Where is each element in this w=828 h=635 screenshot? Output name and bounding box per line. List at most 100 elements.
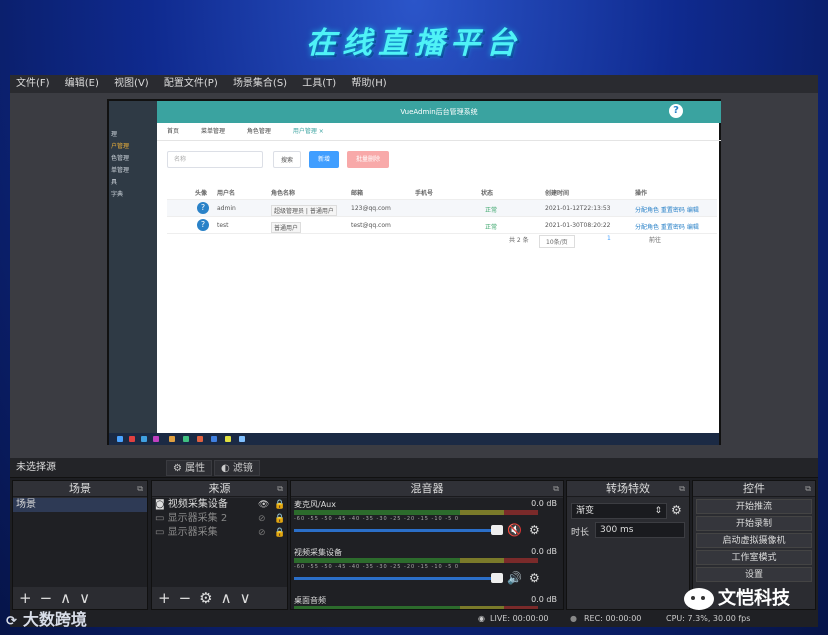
question-avatar-icon: ? <box>197 219 209 231</box>
transitions-title: 转场特效 ⧉ <box>567 481 689 497</box>
windows-taskbar <box>109 433 719 445</box>
eye-hidden-icon[interactable]: ⊘ <box>258 526 266 540</box>
eye-icon[interactable]: 👁 <box>258 498 269 512</box>
web-sidebar-item: 单管理 <box>111 167 130 174</box>
col-avatar: 头像 <box>195 190 208 197</box>
duration-field[interactable]: 300 ms <box>595 522 685 538</box>
watermark-right: 文恺科技 <box>684 586 790 612</box>
mixer-channels: 麦克风/Aux 0.0 dB -60 -55 -50 -45 -40 -35 -… <box>291 498 563 609</box>
start-recording-button[interactable]: 开始录制 <box>696 516 812 531</box>
sources-controls: + − ⚙ ∧ ∨ <box>152 587 287 609</box>
sources-title: 来源 ⧉ <box>152 481 287 497</box>
dock-float-icon[interactable]: ⧉ <box>277 481 283 497</box>
menu-file[interactable]: 文件(F) <box>10 75 56 93</box>
menu-help[interactable]: 帮助(H) <box>345 75 392 93</box>
add-icon[interactable]: + <box>19 589 32 607</box>
pager-total: 共 2 条 <box>509 237 529 244</box>
web-sidebar-item: 色管理 <box>111 155 130 162</box>
channel-name: 麦克风/Aux <box>294 500 336 509</box>
properties-label: 属性 <box>185 463 206 474</box>
menu-profile[interactable]: 配置文件(P) <box>158 75 224 93</box>
settings-button[interactable]: 设置 <box>696 567 812 582</box>
app-icon <box>239 436 245 442</box>
eye-hidden-icon[interactable]: ⊘ <box>258 512 266 526</box>
col-phone: 手机号 <box>415 190 434 197</box>
chevron-up-icon[interactable]: ∧ <box>221 589 232 607</box>
app-icon <box>153 436 159 442</box>
chevron-down-icon[interactable]: ∨ <box>79 589 90 607</box>
mixer-dock: 混音器 ⧉ 麦克风/Aux 0.0 dB -60 -55 -50 -45 -40 … <box>290 480 564 610</box>
gear-icon[interactable]: ⚙ <box>529 571 540 585</box>
cell-created: 2021-01-30T08:20:22 <box>545 222 611 229</box>
menu-scene-collection[interactable]: 场景集合(S) <box>227 75 293 93</box>
web-header: VueAdmin后台管理系统 ? <box>157 101 721 123</box>
add-icon[interactable]: + <box>158 589 171 607</box>
chevron-up-icon[interactable]: ∧ <box>60 589 71 607</box>
studio-mode-button[interactable]: 工作室模式 <box>696 550 812 565</box>
cell-status: 正常 <box>485 207 498 214</box>
dock-float-icon[interactable]: ⧉ <box>553 481 559 497</box>
lock-icon[interactable]: 🔒 <box>274 498 285 512</box>
web-tab-active: 用户管理 × <box>292 128 324 135</box>
web-sidebar-item: 字典 <box>111 191 124 198</box>
app-icon <box>197 436 203 442</box>
menu-tools[interactable]: 工具(T) <box>296 75 342 93</box>
scenes-title-text: 场景 <box>69 482 91 495</box>
status-bar: ◉ LIVE: 00:00:00 ● REC: 00:00:00 CPU: 7.… <box>10 610 818 627</box>
app-icon <box>141 436 147 442</box>
mixer-channel: 视频采集设备 0.0 dB -60 -55 -50 -45 -40 -35 -3… <box>291 546 563 594</box>
volume-slider[interactable] <box>294 529 499 532</box>
gear-icon[interactable]: ⚙ <box>199 589 212 607</box>
live-time: LIVE: 00:00:00 <box>490 614 549 623</box>
sources-list: ◙ 视频采集设备 👁 🔒 ▭ 显示器采集 2 ⊘ 🔒 ▭ 显示器采集 ⊘ 🔒 <box>152 498 287 587</box>
dock-float-icon[interactable]: ⧉ <box>805 481 811 497</box>
captured-screen: 理 户管理 色管理 单管理 具 字典 VueAdmin后台管理系统 ? 首页 菜… <box>107 99 721 445</box>
channel-db: 0.0 dB <box>531 499 557 508</box>
gear-icon[interactable]: ⚙ <box>671 503 682 517</box>
cell-email: 123@qq.com <box>351 205 391 212</box>
channel-name: 桌面音频 <box>294 596 326 605</box>
properties-button[interactable]: ⚙ 属性 <box>166 460 213 476</box>
remove-icon[interactable]: − <box>179 589 192 607</box>
pager-page: 1 <box>607 235 611 242</box>
mixer-channel: 麦克风/Aux 0.0 dB -60 -55 -50 -45 -40 -35 -… <box>291 498 563 546</box>
volume-slider-knob[interactable] <box>491 525 503 535</box>
source-item[interactable]: ◙ 视频采集设备 👁 🔒 <box>152 498 287 512</box>
transition-select[interactable]: 渐变 ⇕ <box>571 503 667 519</box>
web-search-button: 搜索 <box>273 151 301 168</box>
remove-icon[interactable]: − <box>40 589 53 607</box>
source-item[interactable]: ▭ 显示器采集 2 ⊘ 🔒 <box>152 512 287 526</box>
cell-created: 2021-01-12T22:13:53 <box>545 205 611 212</box>
filters-button[interactable]: ◐ 滤镜 <box>214 460 260 476</box>
menu-edit[interactable]: 编辑(E) <box>59 75 105 93</box>
source-item[interactable]: ▭ 显示器采集 ⊘ 🔒 <box>152 526 287 540</box>
chevron-updown-icon: ⇕ <box>654 506 662 516</box>
volume-slider[interactable] <box>294 577 499 580</box>
app-icon <box>225 436 231 442</box>
duration-label: 时长 <box>571 528 590 538</box>
web-sidebar-item: 理 <box>111 131 118 138</box>
menu-view[interactable]: 视图(V) <box>108 75 155 93</box>
gear-icon[interactable]: ⚙ <box>529 523 540 537</box>
preview-canvas[interactable]: 理 户管理 色管理 单管理 具 字典 VueAdmin后台管理系统 ? 首页 菜… <box>10 93 818 458</box>
obs-window: 文件(F) 编辑(E) 视图(V) 配置文件(P) 场景集合(S) 工具(T) … <box>10 75 818 627</box>
pager-size: 10条/页 <box>539 235 575 248</box>
lock-icon[interactable]: 🔒 <box>274 526 285 540</box>
dock-float-icon[interactable]: ⧉ <box>137 481 143 497</box>
app-icon <box>169 436 175 442</box>
virtual-camera-button[interactable]: 启动虚拟摄像机 <box>696 533 812 548</box>
web-add-button: 新增 <box>309 151 339 168</box>
source-label: 视频采集设备 <box>167 499 228 510</box>
table-header: 头像 用户名 角色名称 邮箱 手机号 状态 创建时间 操作 <box>167 183 717 200</box>
dock-float-icon[interactable]: ⧉ <box>679 481 685 497</box>
scenes-list: 场景 <box>13 498 147 587</box>
volume-slider-knob[interactable] <box>491 573 503 583</box>
chevron-down-icon[interactable]: ∨ <box>240 589 251 607</box>
start-streaming-button[interactable]: 开始推流 <box>696 499 812 514</box>
question-avatar-icon: ? <box>197 202 209 214</box>
speaker-icon[interactable]: 🔊 <box>507 571 522 585</box>
muted-speaker-icon[interactable]: 🔇 <box>507 523 522 537</box>
table-row: ? admin 超级管理员 | 普通用户 123@qq.com 正常 2021-… <box>167 200 717 217</box>
lock-icon[interactable]: 🔒 <box>274 512 285 526</box>
scene-item[interactable]: 场景 <box>13 498 147 512</box>
